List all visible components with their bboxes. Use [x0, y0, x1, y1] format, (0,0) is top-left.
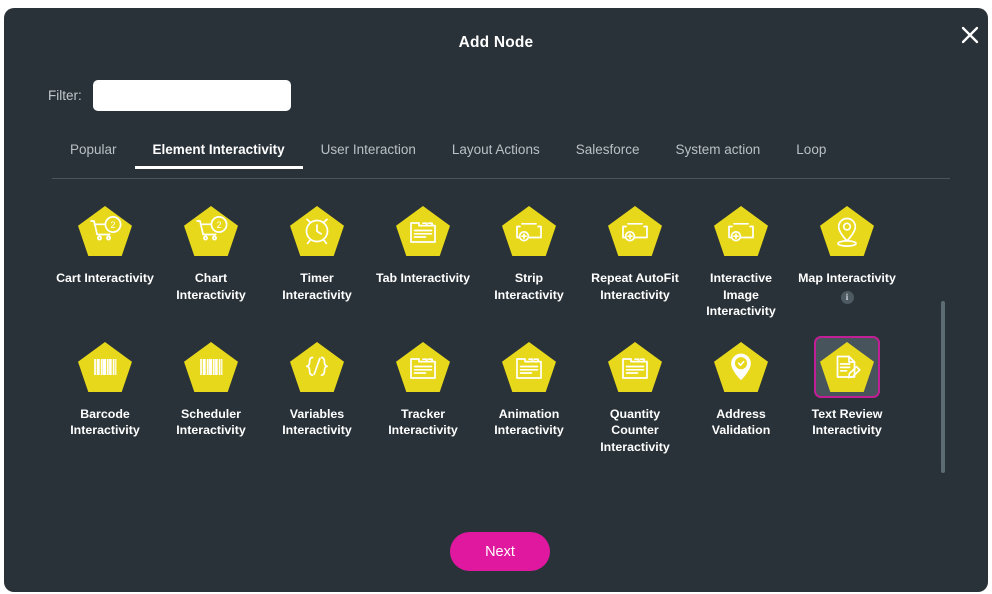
svg-text:2: 2: [110, 220, 115, 230]
node-label: Tracker Interactivity: [388, 406, 458, 438]
folder-document-icon: [390, 336, 456, 398]
node-label: Map Interactivity: [798, 271, 896, 285]
node-tile-cart-interactivity[interactable]: 2 Cart Interactivity: [52, 190, 158, 320]
add-node-modal: Add Node Filter: Popular Element Interact…: [4, 8, 988, 592]
info-icon[interactable]: i: [840, 290, 854, 304]
shopping-cart-badge-icon: 2: [72, 200, 138, 262]
node-label: Timer Interactivity: [282, 271, 352, 302]
alarm-clock-icon: [284, 200, 350, 262]
node-label: Text Review Interactivity: [811, 406, 883, 438]
tab-divider: [52, 178, 950, 179]
node-tile-scheduler-interactivity[interactable]: Scheduler Interactivity: [158, 326, 264, 456]
page-root: Add Node Filter: Popular Element Interact…: [0, 0, 992, 594]
node-label: Repeat AutoFit Interactivity: [591, 271, 679, 302]
tab-user-interaction[interactable]: User Interaction: [303, 138, 434, 169]
close-button[interactable]: [954, 20, 986, 50]
tab-loop[interactable]: Loop: [778, 138, 844, 169]
barcode-icon: [72, 336, 138, 398]
node-grid: 2 Cart Interactivity 2 Chart Interactivity T…: [52, 190, 900, 455]
tab-system-action[interactable]: System action: [658, 138, 779, 169]
node-label: Address Validation: [711, 406, 771, 438]
node-label: Variables Interactivity: [282, 406, 352, 438]
node-tile-tab-interactivity[interactable]: Tab Interactivity: [370, 190, 476, 320]
node-tile-animation-interactivity[interactable]: Animation Interactivity: [476, 326, 582, 456]
rectangle-plus-icon: [602, 200, 668, 262]
node-tile-timer-interactivity[interactable]: Timer Interactivity: [264, 190, 370, 320]
tab-salesforce[interactable]: Salesforce: [558, 138, 658, 169]
folder-document-icon: [602, 336, 668, 398]
node-label: Animation Interactivity: [494, 406, 564, 438]
node-label: Quantity Counter Interactivity: [600, 406, 670, 454]
next-button[interactable]: Next: [450, 532, 550, 571]
node-label: Chart Interactivity: [176, 271, 246, 302]
page-title: Add Node: [458, 34, 534, 51]
search-input[interactable]: [92, 80, 291, 111]
tab-layout-actions[interactable]: Layout Actions: [434, 138, 558, 169]
node-label: Barcode Interactivity: [70, 406, 140, 438]
filter-row: Filter:: [48, 80, 291, 111]
document-edit-icon: [814, 335, 880, 398]
map-pin-icon: [814, 200, 880, 262]
node-label: Scheduler Interactivity: [176, 406, 246, 438]
close-icon: [960, 25, 980, 45]
scrollbar-thumb[interactable]: [941, 301, 945, 473]
tab-bar: Popular Element Interactivity User Interac…: [52, 138, 950, 178]
shopping-cart-badge-icon: 2: [178, 200, 244, 262]
node-tile-strip-interactivity[interactable]: Strip Interactivity: [476, 190, 582, 320]
node-tile-chart-interactivity[interactable]: 2 Chart Interactivity: [158, 190, 264, 320]
node-tile-address-validation[interactable]: Address Validation: [688, 326, 794, 456]
rectangle-plus-icon: [496, 200, 562, 262]
map-pin-check-icon: [708, 336, 774, 398]
node-tile-variables-interactivity[interactable]: Variables Interactivity: [264, 326, 370, 456]
node-tile-interactive-image-interactivity[interactable]: Interactive Image Interactivity: [688, 190, 794, 320]
filter-label: Filter:: [48, 88, 82, 103]
tab-popular[interactable]: Popular: [52, 138, 135, 169]
node-label: Interactive Image Interactivity: [706, 271, 776, 318]
code-braces-icon: [284, 336, 350, 398]
node-tile-barcode-interactivity[interactable]: Barcode Interactivity: [52, 326, 158, 456]
node-tile-quantity-counter-interactivity[interactable]: Quantity Counter Interactivity: [582, 326, 688, 456]
node-label: Strip Interactivity: [494, 271, 564, 302]
folder-document-icon: [390, 200, 456, 262]
folder-document-icon: [496, 336, 562, 398]
tab-element-interactivity[interactable]: Element Interactivity: [134, 138, 303, 169]
node-label: Tab Interactivity: [375, 271, 471, 285]
modal-header: Add Node: [4, 8, 988, 66]
node-tile-map-interactivity[interactable]: Map Interactivity i: [794, 190, 900, 320]
node-tile-text-review-interactivity[interactable]: Text Review Interactivity: [794, 326, 900, 456]
node-label: Cart Interactivity: [56, 271, 154, 285]
node-tile-tracker-interactivity[interactable]: Tracker Interactivity: [370, 326, 476, 456]
node-grid-container: 2 Cart Interactivity 2 Chart Interactivity T…: [52, 190, 950, 490]
barcode-icon: [178, 336, 244, 398]
rectangle-plus-icon: [708, 200, 774, 262]
svg-text:2: 2: [216, 220, 221, 230]
node-tile-repeat-autofit-interactivity[interactable]: Repeat AutoFit Interactivity: [582, 190, 688, 320]
